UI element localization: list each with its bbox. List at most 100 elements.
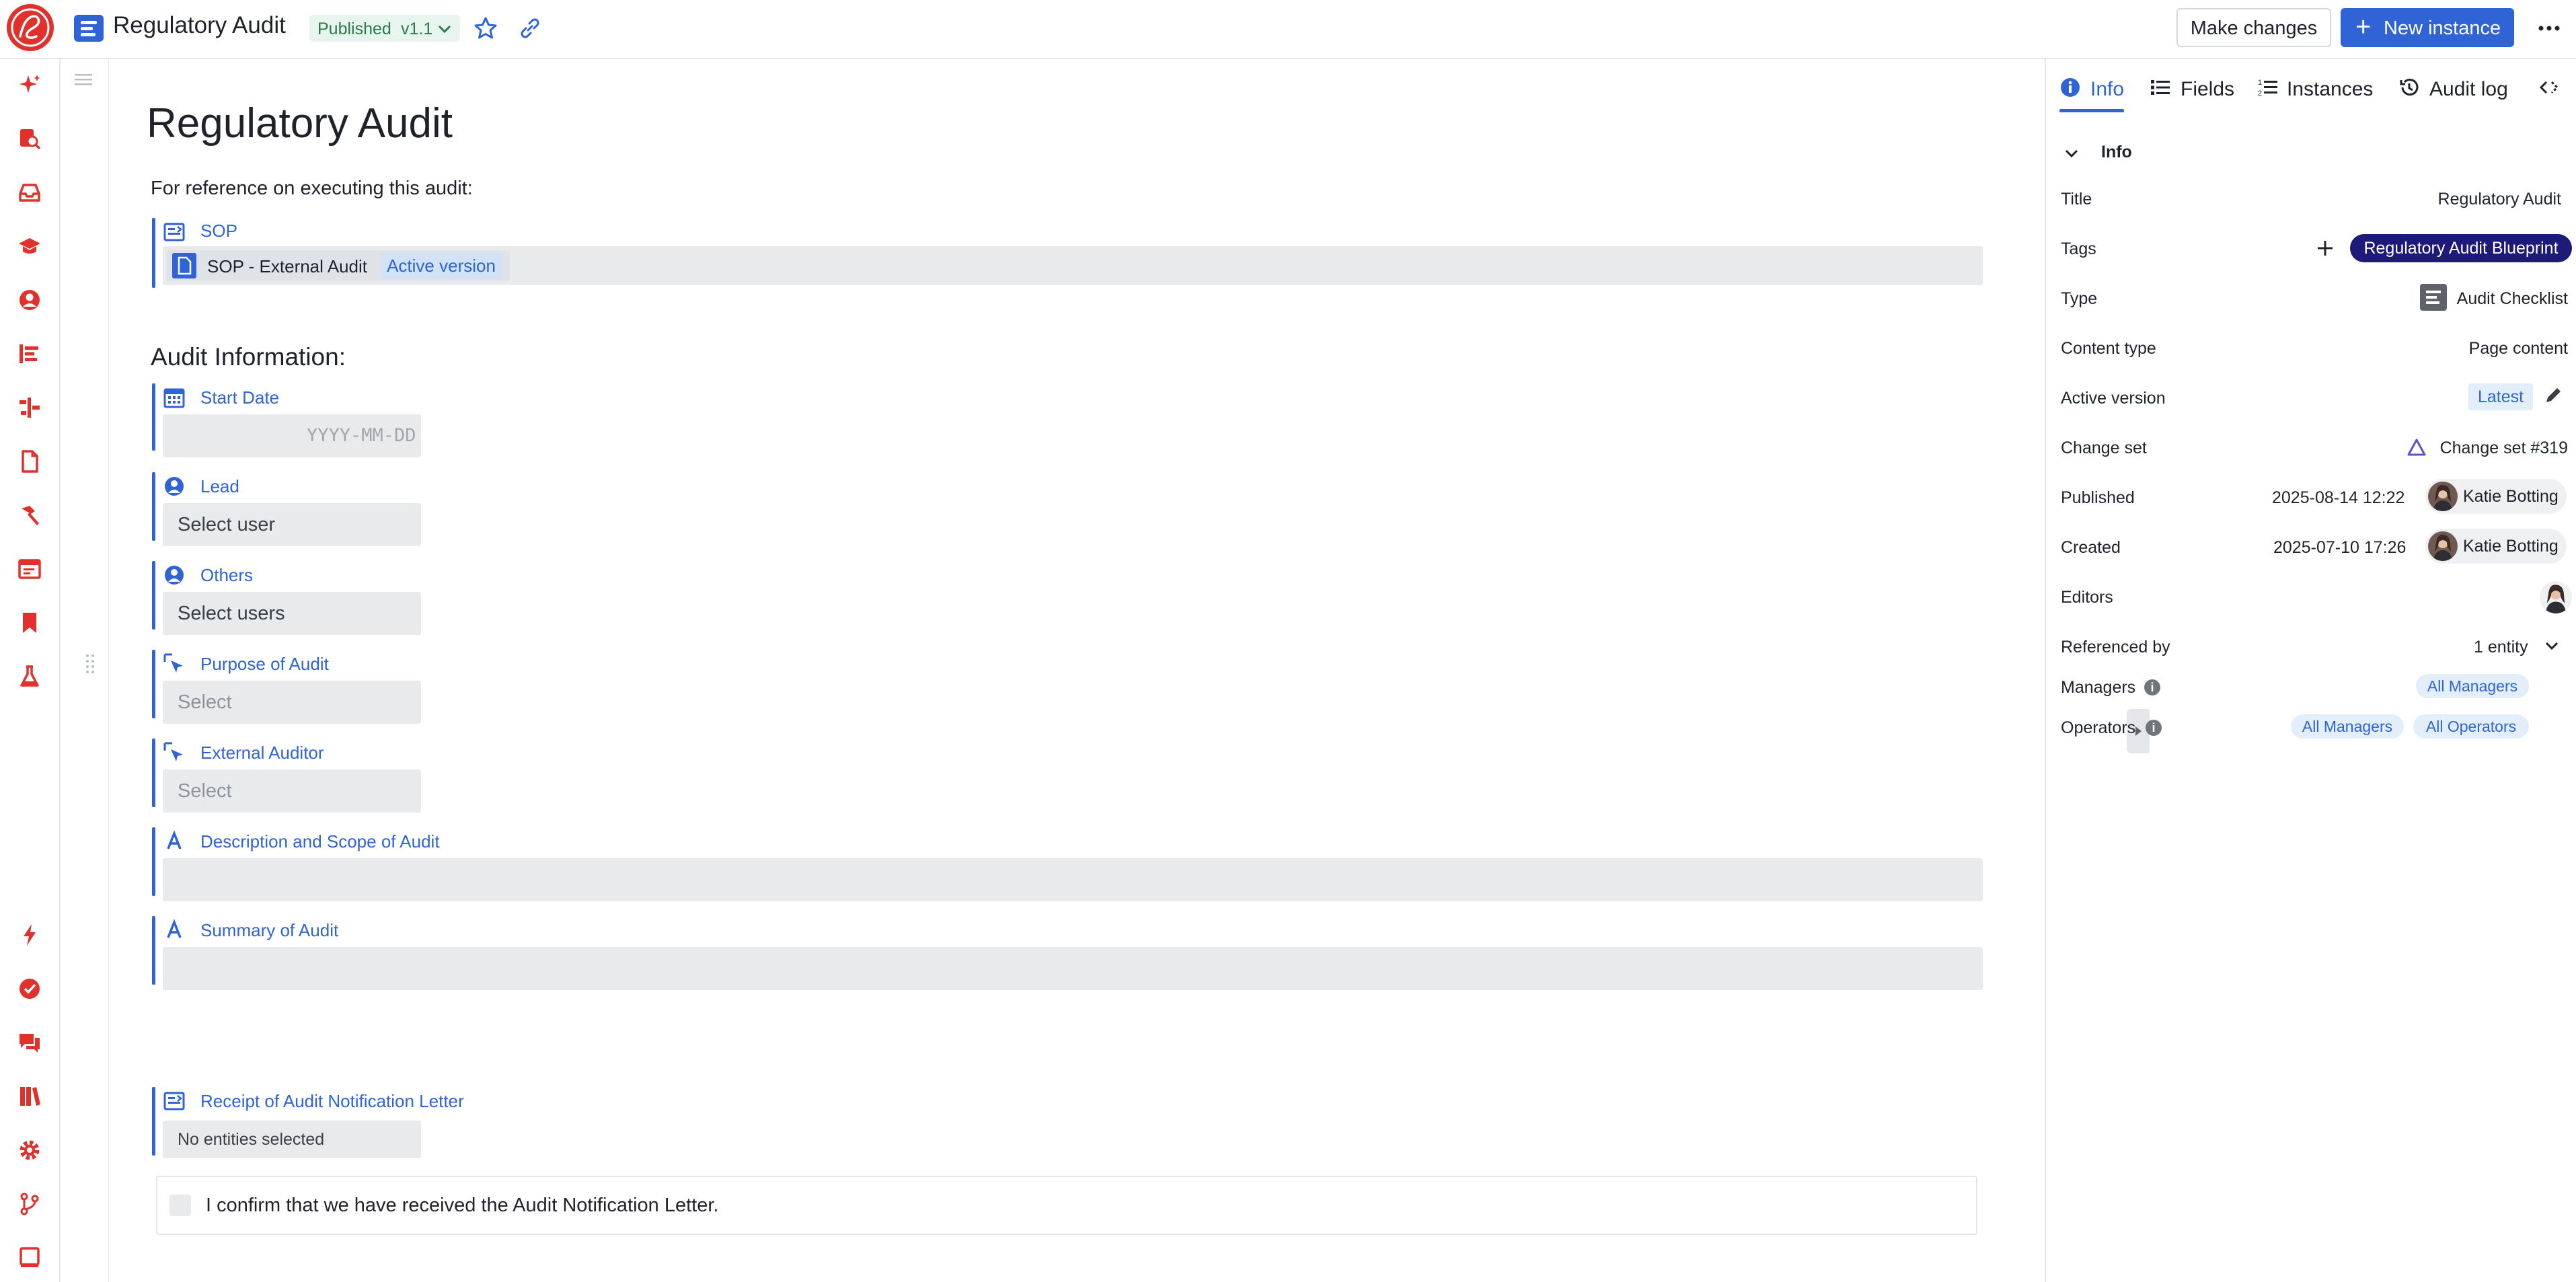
hammer-icon[interactable] — [17, 503, 42, 527]
description-label: Description and Scope of Audit — [200, 831, 440, 852]
status-badge: Published — [317, 20, 391, 38]
sparkle-icon[interactable] — [17, 73, 42, 97]
purpose-placeholder: Select — [178, 691, 232, 713]
lightning-icon[interactable] — [17, 923, 42, 947]
confirm-checkbox[interactable] — [169, 1195, 191, 1216]
section-heading: Audit Information: — [151, 343, 346, 371]
chevron-down-icon[interactable] — [2063, 145, 2080, 161]
outline-rail — [61, 59, 109, 1282]
others-users-select[interactable]: Select users — [163, 592, 421, 635]
user-icon — [165, 477, 184, 496]
main-content: Regulatory Audit For reference on execut… — [109, 59, 2150, 1282]
active-version-row-label: Active version — [2061, 389, 2166, 408]
book-icon[interactable] — [17, 1246, 42, 1270]
tag-pill[interactable]: Regulatory Audit Blueprint — [2350, 234, 2572, 262]
more-options-icon[interactable] — [2536, 15, 2563, 42]
new-instance-label: New instance — [2384, 17, 2501, 39]
file-icon[interactable] — [17, 449, 42, 474]
lead-user-select[interactable]: Select user — [163, 503, 421, 546]
external-auditor-label: External Auditor — [200, 743, 324, 763]
tab-fields[interactable]: Fields — [2150, 75, 2237, 122]
purpose-label: Purpose of Audit — [200, 654, 329, 674]
library-icon[interactable] — [17, 1084, 42, 1108]
tags-row-label: Tags — [2061, 239, 2096, 258]
menu-icon[interactable] — [73, 69, 94, 90]
user-icon[interactable] — [17, 288, 42, 312]
select-cursor-icon — [163, 653, 183, 673]
star-icon[interactable] — [472, 15, 499, 42]
gantt-icon[interactable] — [17, 395, 42, 420]
select-cursor-icon — [163, 742, 183, 761]
editor-avatar[interactable] — [2540, 581, 2572, 613]
inbox-icon[interactable] — [17, 180, 42, 204]
version-status-dropdown[interactable]: Published v1.1 — [309, 15, 460, 42]
window-icon[interactable] — [17, 557, 42, 581]
flask-icon[interactable] — [17, 665, 42, 689]
field-accent-bar — [152, 827, 155, 896]
tab-audit-log[interactable]: Audit log — [2398, 75, 2513, 122]
search-database-icon[interactable] — [17, 126, 42, 151]
created-date: 2025-07-10 17:26 — [2273, 538, 2407, 557]
referenced-by-count[interactable]: 1 entity — [2474, 638, 2528, 657]
lead-placeholder: Select user — [178, 514, 276, 535]
start-date-label: Start Date — [200, 387, 280, 408]
plus-icon: + — [2355, 12, 2372, 42]
details-panel: Info Fields 12 Instances Audit log Info … — [2045, 59, 2576, 1282]
content-type-row-label: Content type — [2061, 339, 2156, 358]
operators-group-pill[interactable]: All Operators — [2413, 714, 2529, 739]
summary-label: Summary of Audit — [200, 920, 339, 940]
link-icon[interactable] — [517, 15, 543, 42]
chevron-down-icon[interactable] — [2544, 638, 2560, 654]
purpose-select[interactable]: Select — [163, 681, 421, 724]
tab-instances[interactable]: 12 Instances — [2257, 75, 2378, 122]
published-by-user-chip[interactable]: Katie Botting — [2425, 479, 2567, 514]
external-auditor-placeholder: Select — [178, 780, 232, 802]
receipt-placeholder: No entities selected — [178, 1130, 325, 1149]
created-by-user-chip[interactable]: Katie Botting — [2425, 529, 2567, 564]
training-icon[interactable] — [17, 234, 42, 258]
make-changes-button[interactable]: Make changes — [2176, 8, 2331, 47]
receipt-entity-select[interactable]: No entities selected — [163, 1121, 421, 1158]
sop-document-chip[interactable]: SOP - External Audit Active version — [167, 250, 510, 281]
app-logo[interactable] — [7, 4, 54, 51]
sop-document-name: SOP - External Audit — [207, 256, 367, 276]
start-date-input[interactable]: YYYY-MM-DD — [163, 414, 421, 457]
field-accent-bar — [152, 472, 155, 541]
published-row-label: Published — [2061, 488, 2135, 507]
branch-icon[interactable] — [17, 1192, 42, 1216]
text-field-icon — [167, 919, 182, 938]
change-set-link[interactable]: Change set #319 — [2440, 439, 2568, 458]
operators-info-icon[interactable]: i — [2146, 720, 2162, 736]
sop-reference-field[interactable]: SOP - External Audit Active version — [163, 246, 1983, 285]
expand-panel-icon[interactable] — [2537, 77, 2561, 98]
tab-info-label: Info — [2090, 78, 2125, 100]
entity-reference-icon — [163, 223, 185, 241]
add-tag-icon[interactable] — [2315, 238, 2335, 258]
new-instance-button[interactable]: + New instance — [2341, 8, 2514, 47]
pencil-edit-icon[interactable] — [2542, 385, 2564, 406]
managers-info-icon[interactable]: i — [2144, 679, 2160, 695]
drag-handle-icon[interactable] — [85, 652, 96, 675]
field-accent-bar — [152, 650, 155, 718]
check-circle-icon[interactable] — [17, 977, 42, 1001]
latest-version-badge[interactable]: Latest — [2468, 383, 2533, 410]
tab-audit-log-label: Audit log — [2429, 78, 2508, 100]
comments-icon[interactable] — [17, 1030, 42, 1055]
description-textarea[interactable] — [163, 858, 1983, 901]
confirmation-checkbox-row[interactable]: I confirm that we have received the Audi… — [156, 1176, 1977, 1235]
summary-textarea[interactable] — [163, 947, 1983, 990]
tab-instances-label: Instances — [2287, 78, 2374, 100]
field-accent-bar — [152, 739, 155, 807]
operators-group-pill[interactable]: All Managers — [2291, 714, 2404, 739]
list-align-icon[interactable] — [17, 342, 42, 366]
list-icon — [2151, 80, 2170, 95]
lead-label: Lead — [200, 476, 239, 496]
bookmark-icon[interactable] — [17, 611, 42, 635]
tab-info[interactable]: Info — [2059, 75, 2127, 122]
external-auditor-select[interactable]: Select — [163, 769, 421, 813]
page-title: Regulatory Audit — [113, 12, 286, 38]
settings-gear-icon[interactable] — [17, 1138, 42, 1162]
managers-group-pill[interactable]: All Managers — [2416, 674, 2529, 698]
created-by-name: Katie Botting — [2463, 537, 2559, 556]
operators-row-label: Operators — [2061, 718, 2136, 737]
